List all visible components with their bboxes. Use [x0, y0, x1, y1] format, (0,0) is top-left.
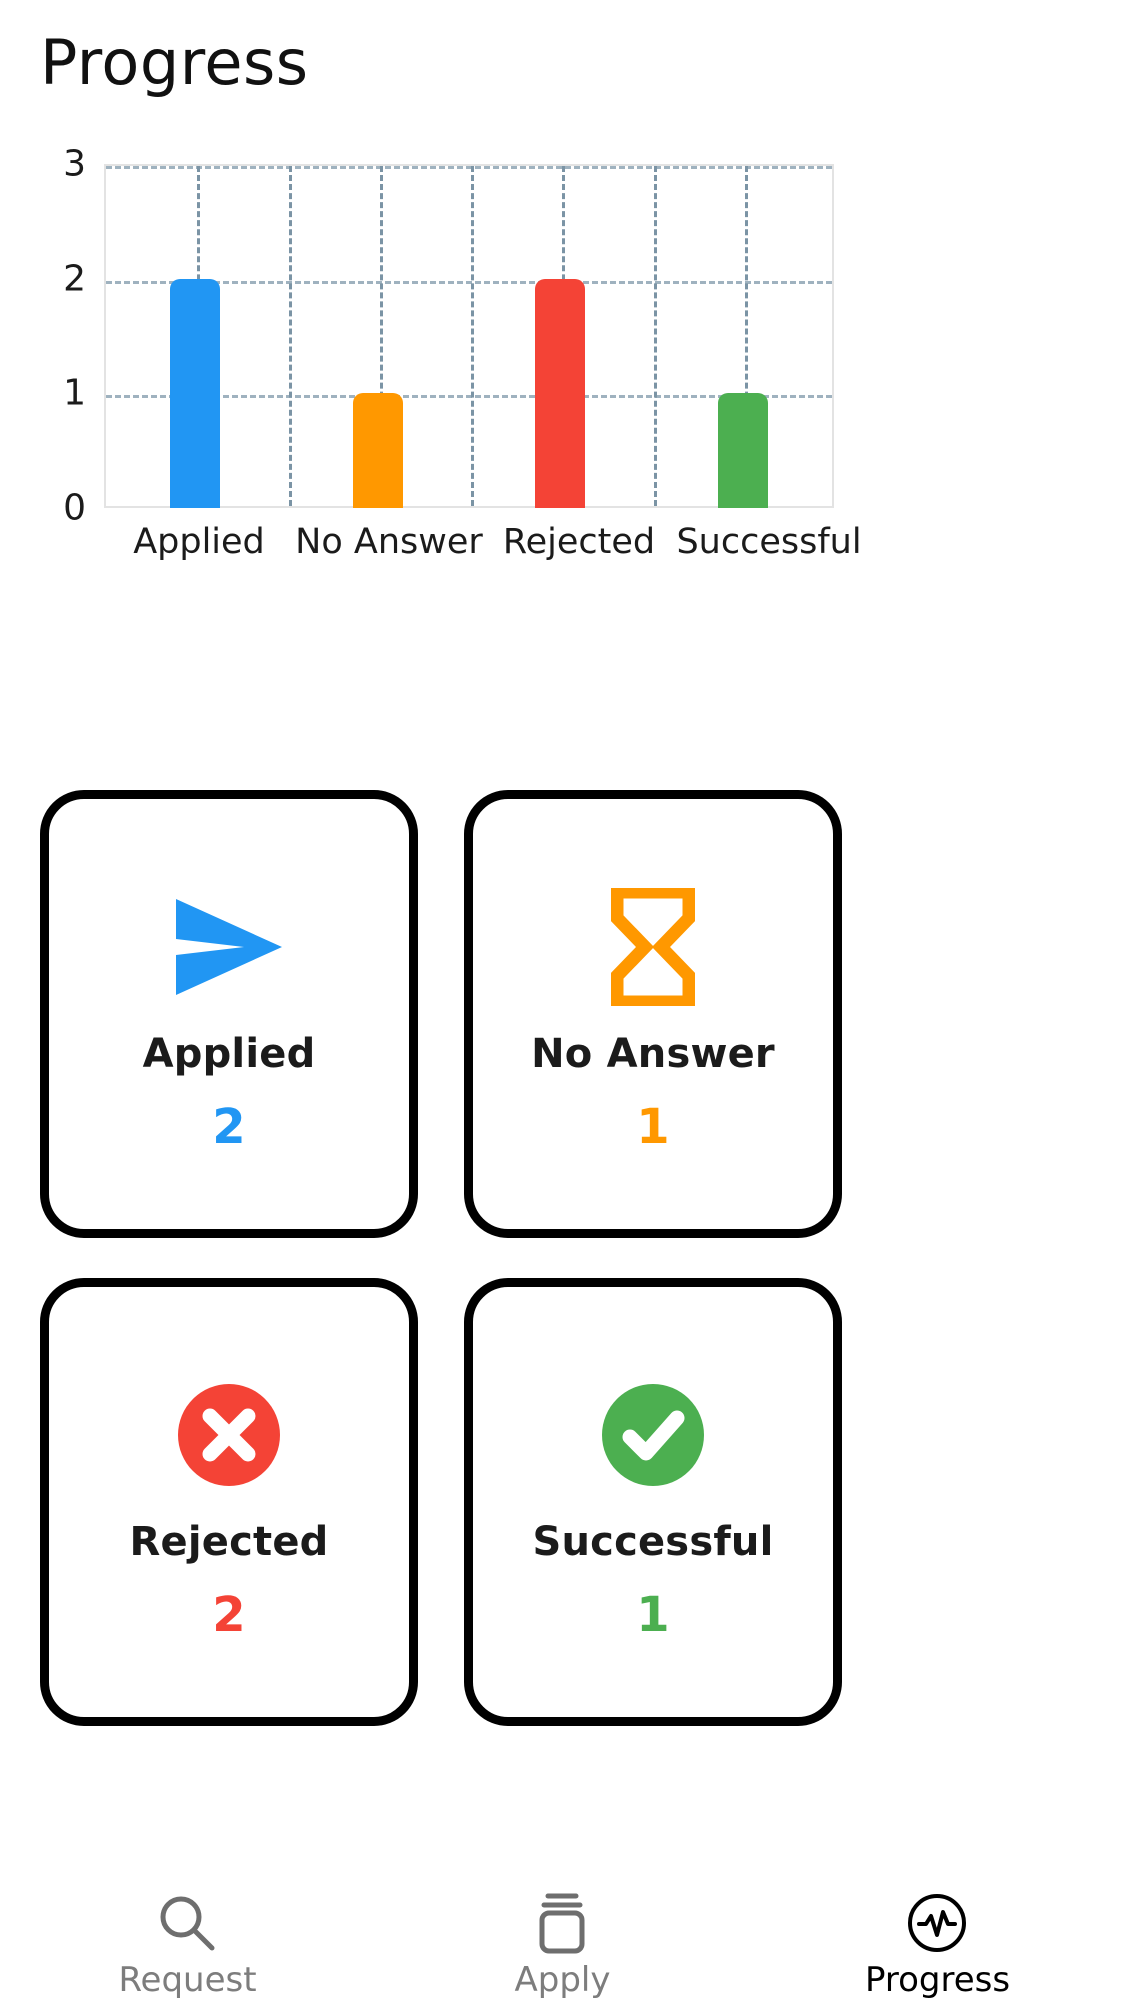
chart-y-tick: 3	[63, 143, 86, 185]
page-title: Progress	[40, 26, 309, 99]
cards-stack-icon[interactable]	[534, 1892, 590, 1954]
nav-item-progress[interactable]: Progress	[750, 1876, 1125, 2016]
chart-gridline-horizontal	[106, 280, 832, 284]
stat-card-value: 1	[636, 1587, 670, 1643]
search-icon-svg	[160, 1896, 215, 1951]
chart-gridline-horizontal	[106, 395, 832, 399]
stat-card-applied[interactable]: Applied 2	[40, 790, 418, 1238]
chart-gridline-vertical	[471, 166, 474, 506]
hourglass-icon	[611, 881, 695, 1013]
chart-gridline-vertical	[562, 166, 566, 506]
circle-x-icon-svg	[178, 1384, 280, 1486]
bottom-navigation-bar: Request Apply Progress	[0, 1876, 1125, 2016]
circle-x-icon	[176, 1369, 282, 1501]
chart-x-axis-labels: Applied No Answer Rejected Successful	[104, 522, 864, 562]
stat-card-no-answer[interactable]: No Answer 1	[464, 790, 842, 1238]
chart-gridline-vertical	[653, 166, 657, 506]
stat-cards-grid: Applied 2 No Answer 1 Rejected 2 Successful 1	[40, 790, 1085, 1726]
chart-x-tick-label: No Answer	[295, 522, 483, 562]
stat-card-label: Rejected	[129, 1519, 329, 1565]
chart-plot-area	[104, 164, 834, 508]
progress-bar-chart: 0 1 2 3 Applied No Answer Rejected Successful	[0, 144, 1125, 730]
nav-item-apply[interactable]: Apply	[375, 1876, 750, 2016]
chart-y-tick: 2	[63, 258, 86, 300]
stat-card-value: 1	[636, 1099, 670, 1155]
chart-x-tick-label: Successful	[676, 522, 862, 562]
stat-card-successful[interactable]: Successful 1	[464, 1278, 842, 1726]
chart-y-tick: 1	[63, 372, 86, 414]
chart-gridline-vertical	[379, 166, 383, 506]
app-root: Progress 0 1 2 3 Applied No Answer Rejected Su…	[0, 0, 1125, 2016]
stat-card-value: 2	[212, 1587, 246, 1643]
circle-check-icon	[600, 1369, 706, 1501]
chart-y-tick: 0	[63, 487, 86, 529]
hourglass-icon-svg	[611, 888, 695, 1006]
chart-gridline-vertical	[288, 166, 292, 506]
chart-gridline-horizontal	[106, 166, 832, 169]
activity-circle-icon-svg	[908, 1894, 967, 1952]
nav-item-request[interactable]: Request	[0, 1876, 375, 2016]
activity-circle-icon[interactable]	[906, 1892, 968, 1954]
circle-check-icon-svg	[602, 1384, 704, 1486]
stat-card-value: 2	[212, 1099, 246, 1155]
stat-card-rejected[interactable]: Rejected 2	[40, 1278, 418, 1726]
search-icon[interactable]	[156, 1892, 218, 1954]
cards-stack-icon-svg	[539, 1893, 585, 1954]
nav-item-label: Request	[118, 1960, 257, 2000]
chart-gridline-vertical	[744, 166, 748, 506]
stat-card-label: No Answer	[531, 1031, 775, 1077]
stat-card-label: Applied	[142, 1031, 316, 1077]
nav-item-label: Progress	[864, 1960, 1011, 2000]
send-icon	[170, 881, 288, 1013]
stat-card-label: Successful	[532, 1519, 774, 1565]
chart-y-axis: 0 1 2 3	[20, 144, 86, 529]
chart-x-tick-label: Applied	[133, 522, 265, 562]
nav-item-label: Apply	[514, 1960, 611, 2000]
chart-gridline-vertical	[197, 166, 201, 506]
send-icon-svg	[176, 899, 282, 995]
chart-x-tick-label: Rejected	[502, 522, 656, 562]
